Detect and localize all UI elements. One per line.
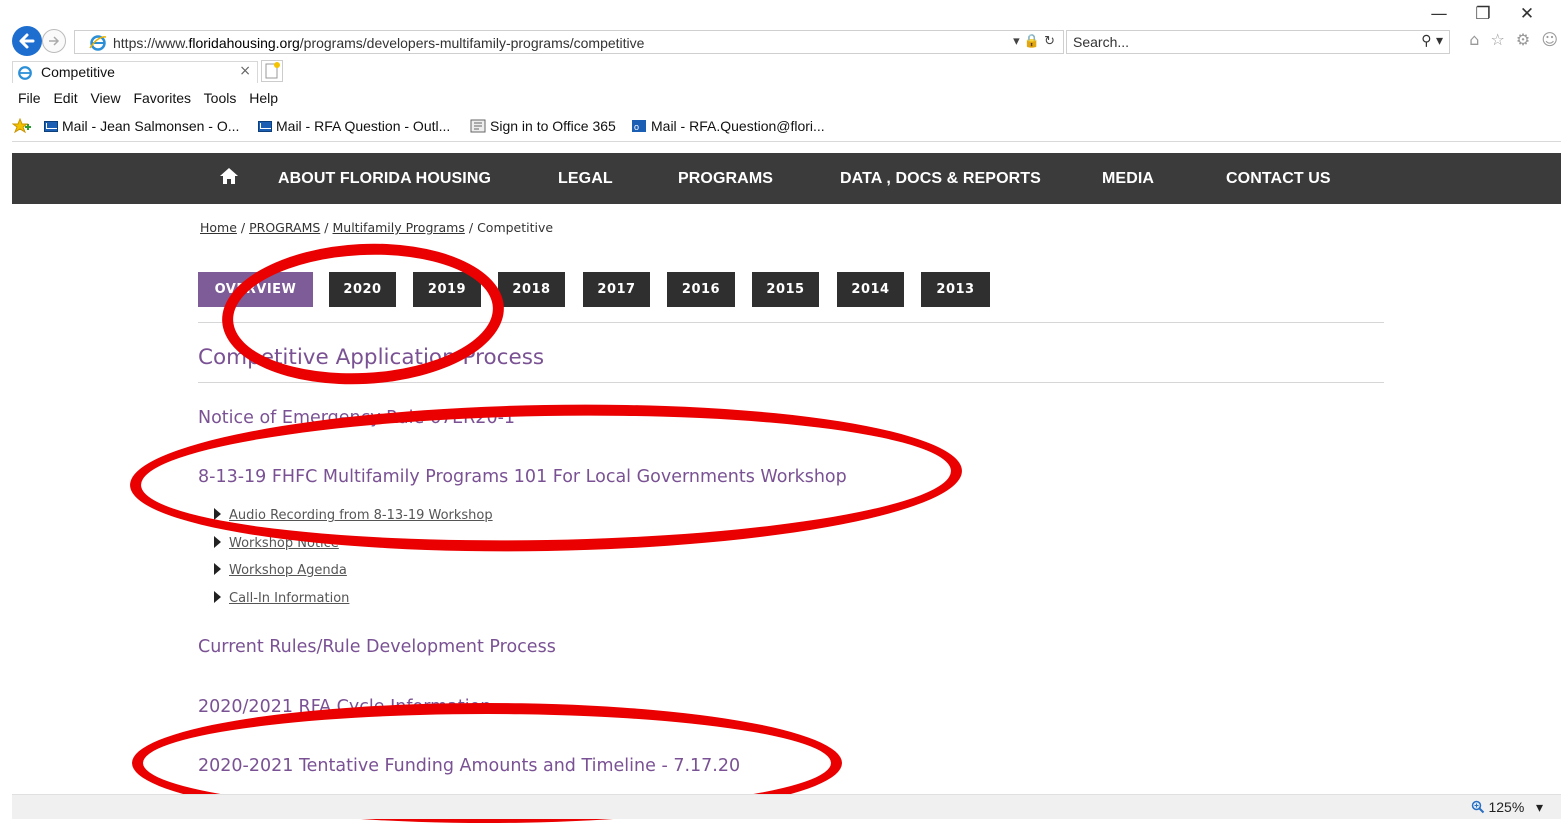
link-call-in-info[interactable]: Call-In Information: [229, 591, 349, 606]
new-tab-button[interactable]: [261, 60, 283, 82]
nav-programs[interactable]: PROGRAMS: [678, 170, 773, 188]
tab-2019[interactable]: 2019: [413, 272, 481, 307]
home-icon[interactable]: [219, 166, 239, 186]
caret-right-icon: [214, 563, 221, 575]
nav-contact-us[interactable]: CONTACT US: [1226, 170, 1331, 188]
mail-icon: [258, 121, 272, 132]
menu-view[interactable]: View: [90, 90, 120, 106]
breadcrumb-multifamily[interactable]: Multifamily Programs: [333, 220, 465, 235]
caret-right-icon: [214, 536, 221, 548]
browser-tab[interactable]: Competitive ×: [12, 61, 258, 83]
favorite-mail-rfa[interactable]: Mail - RFA Question - Outl...: [258, 118, 450, 134]
menu-bar: File Edit View Favorites Tools Help: [18, 90, 287, 106]
tab-2017[interactable]: 2017: [583, 272, 650, 307]
minimize-icon[interactable]: —: [1417, 4, 1461, 24]
close-window-icon[interactable]: ✕: [1505, 4, 1549, 24]
ie-logo-icon: [89, 35, 107, 51]
search-placeholder: Search...: [1073, 34, 1130, 50]
list-item: Audio Recording from 8-13-19 Workshop: [214, 508, 493, 523]
office-doc-icon: [470, 119, 486, 133]
section-workshop-101[interactable]: 8-13-19 FHFC Multifamily Programs 101 Fo…: [198, 467, 847, 487]
tab-2014[interactable]: 2014: [837, 272, 904, 307]
link-workshop-agenda[interactable]: Workshop Agenda: [229, 563, 347, 578]
url-text: https://www.floridahousing.org/programs/…: [113, 35, 645, 51]
list-item: Workshop Agenda: [214, 563, 347, 578]
new-tab-icon: [265, 62, 280, 79]
favorite-mail-jean[interactable]: Mail - Jean Salmonsen - O...: [44, 118, 239, 134]
breadcrumb-home[interactable]: Home: [200, 220, 237, 235]
favorite-office365[interactable]: Sign in to Office 365: [470, 118, 616, 134]
tab-overview[interactable]: OVERVIEW: [198, 272, 313, 307]
section-emergency-rule[interactable]: Notice of Emergency Rule 67ER20-1: [198, 408, 515, 428]
menu-tools[interactable]: Tools: [204, 90, 237, 106]
page-title: Competitive Application Process: [198, 345, 545, 370]
lock-refresh-icons[interactable]: ▾ 🔒 ↻: [1013, 34, 1055, 49]
nav-about[interactable]: ABOUT FLORIDA HOUSING: [278, 170, 491, 188]
list-item: Workshop Notice: [214, 536, 339, 551]
section-tentative-funding[interactable]: 2020-2021 Tentative Funding Amounts and …: [198, 756, 740, 776]
tab-2016[interactable]: 2016: [667, 272, 735, 307]
menu-file[interactable]: File: [18, 90, 41, 106]
favorite-mail-rfa-question[interactable]: o Mail - RFA.Question@flori...: [631, 118, 825, 134]
section-rfa-cycle[interactable]: 2020/2021 RFA Cycle Information: [198, 697, 491, 717]
section-current-rules[interactable]: Current Rules/Rule Development Process: [198, 637, 556, 657]
divider: [198, 322, 1384, 323]
breadcrumb: Home / PROGRAMS / Multifamily Programs /…: [200, 220, 554, 235]
tab-title: Competitive: [41, 64, 115, 80]
window-controls: — ❐ ✕: [1417, 4, 1549, 24]
list-item: Call-In Information: [214, 591, 349, 606]
search-input[interactable]: Search... ⚲ ▾: [1066, 30, 1450, 54]
zoom-control[interactable]: 125% ▾: [1471, 799, 1543, 816]
forward-button[interactable]: [42, 29, 66, 53]
breadcrumb-current: Competitive: [477, 220, 554, 235]
link-workshop-notice[interactable]: Workshop Notice: [229, 536, 339, 551]
forward-arrow-icon: [49, 36, 60, 46]
toolbar-icons[interactable]: ⌂ ☆ ⚙ ☺: [1469, 30, 1561, 49]
chrome-separator: [12, 141, 1561, 142]
url-field[interactable]: https://www.floridahousing.org/programs/…: [74, 30, 1064, 54]
back-button[interactable]: [12, 26, 42, 56]
nav-media[interactable]: MEDIA: [1102, 170, 1154, 188]
outlook-icon: o: [632, 120, 646, 132]
zoom-icon: [1471, 800, 1484, 814]
status-bar: 125% ▾: [12, 794, 1561, 819]
nav-data-docs-reports[interactable]: DATA , DOCS & REPORTS: [840, 170, 1041, 188]
caret-right-icon: [214, 508, 221, 520]
tab-2015[interactable]: 2015: [752, 272, 819, 307]
ie-tab-icon: [18, 66, 32, 80]
site-nav: ABOUT FLORIDA HOUSING LEGAL PROGRAMS DAT…: [12, 153, 1561, 204]
favorites-bar: Mail - Jean Salmonsen - O... Mail - RFA …: [11, 117, 1561, 139]
menu-help[interactable]: Help: [249, 90, 278, 106]
back-arrow-icon: [19, 33, 35, 49]
link-audio-recording[interactable]: Audio Recording from 8-13-19 Workshop: [229, 508, 493, 523]
menu-favorites[interactable]: Favorites: [133, 90, 191, 106]
search-icon[interactable]: ⚲ ▾: [1421, 33, 1443, 49]
restore-icon[interactable]: ❐: [1461, 4, 1505, 24]
svg-text:o: o: [634, 122, 639, 132]
tab-2020[interactable]: 2020: [329, 272, 396, 307]
favorites-star-icon[interactable]: [11, 117, 32, 139]
menu-edit[interactable]: Edit: [53, 90, 77, 106]
breadcrumb-programs[interactable]: PROGRAMS: [249, 220, 320, 235]
mail-icon: [44, 121, 58, 132]
tab-close-icon[interactable]: ×: [239, 63, 251, 79]
caret-right-icon: [214, 591, 221, 603]
tab-2013[interactable]: 2013: [921, 272, 990, 307]
nav-legal[interactable]: LEGAL: [558, 170, 613, 188]
address-bar-row: https://www.floridahousing.org/programs/…: [12, 26, 1064, 56]
tab-2018[interactable]: 2018: [498, 272, 565, 307]
divider: [198, 382, 1384, 383]
